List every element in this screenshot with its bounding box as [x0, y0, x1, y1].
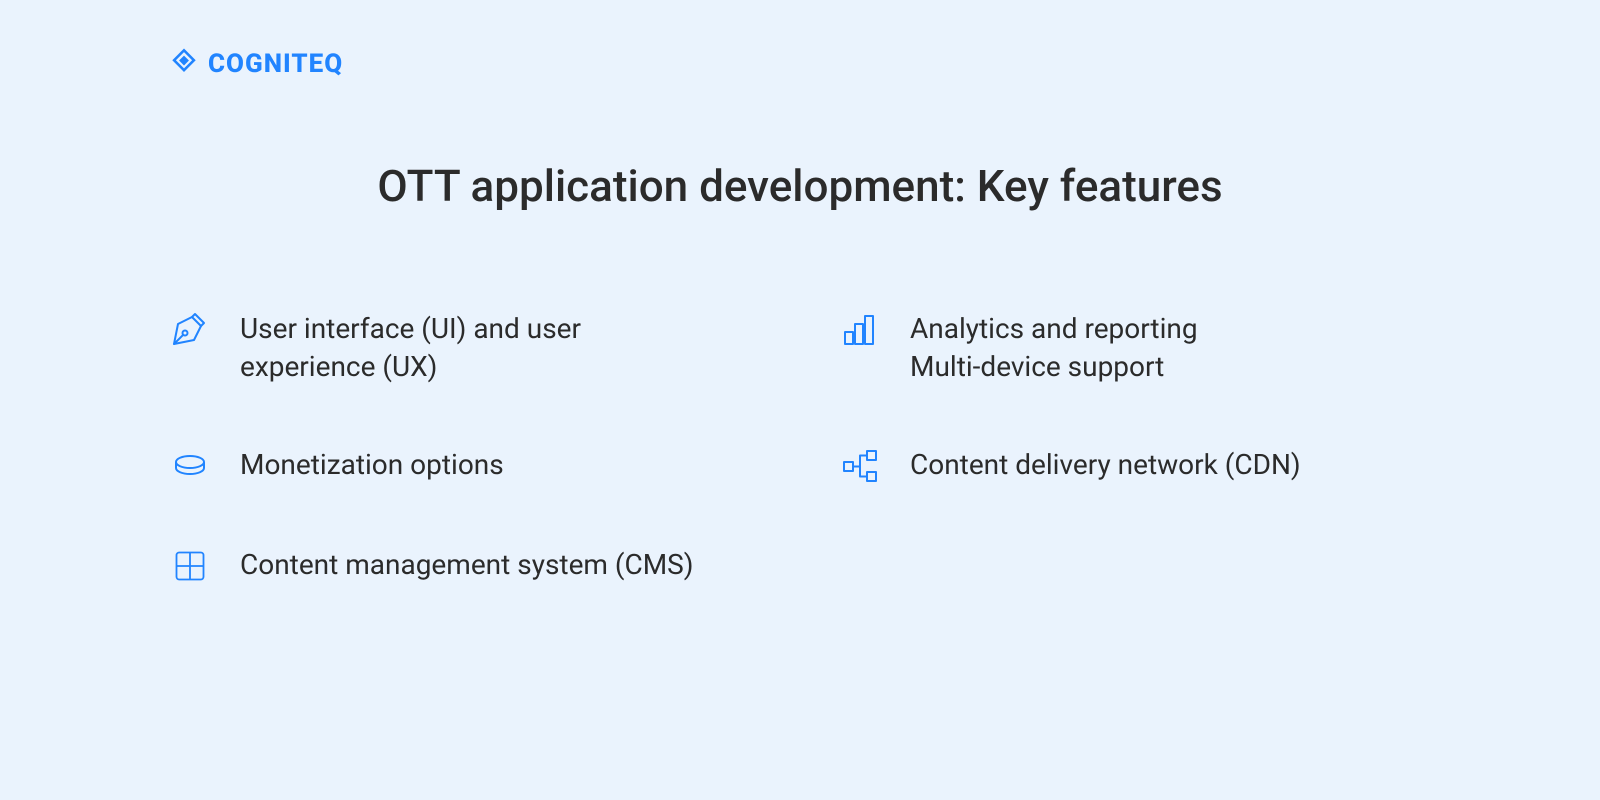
pen-nib-icon: [170, 310, 210, 350]
feature-cms: Content management system (CMS): [170, 546, 760, 586]
feature-monetization-label: Monetization options: [240, 446, 504, 484]
feature-analytics: Analytics and reporting Multi-device sup…: [840, 310, 1430, 386]
coin-icon: [170, 446, 210, 486]
feature-ui-ux: User interface (UI) and user experience …: [170, 310, 760, 386]
brand-name: COGNITEQ: [208, 49, 343, 79]
feature-cdn: Content delivery network (CDN): [840, 446, 1430, 486]
feature-monetization: Monetization options: [170, 446, 760, 486]
logo-mark-icon: [170, 48, 198, 80]
bar-chart-icon: [840, 310, 880, 350]
features-grid: User interface (UI) and user experience …: [170, 310, 1430, 586]
network-icon: [840, 446, 880, 486]
feature-analytics-label: Analytics and reporting Multi-device sup…: [910, 310, 1198, 386]
feature-cms-label: Content management system (CMS): [240, 546, 694, 584]
grid-icon: [170, 546, 210, 586]
page-title: OTT application development: Key feature…: [0, 160, 1600, 212]
feature-cdn-label: Content delivery network (CDN): [910, 446, 1301, 484]
brand-logo: COGNITEQ: [170, 48, 343, 80]
feature-ui-ux-label: User interface (UI) and user experience …: [240, 310, 720, 386]
